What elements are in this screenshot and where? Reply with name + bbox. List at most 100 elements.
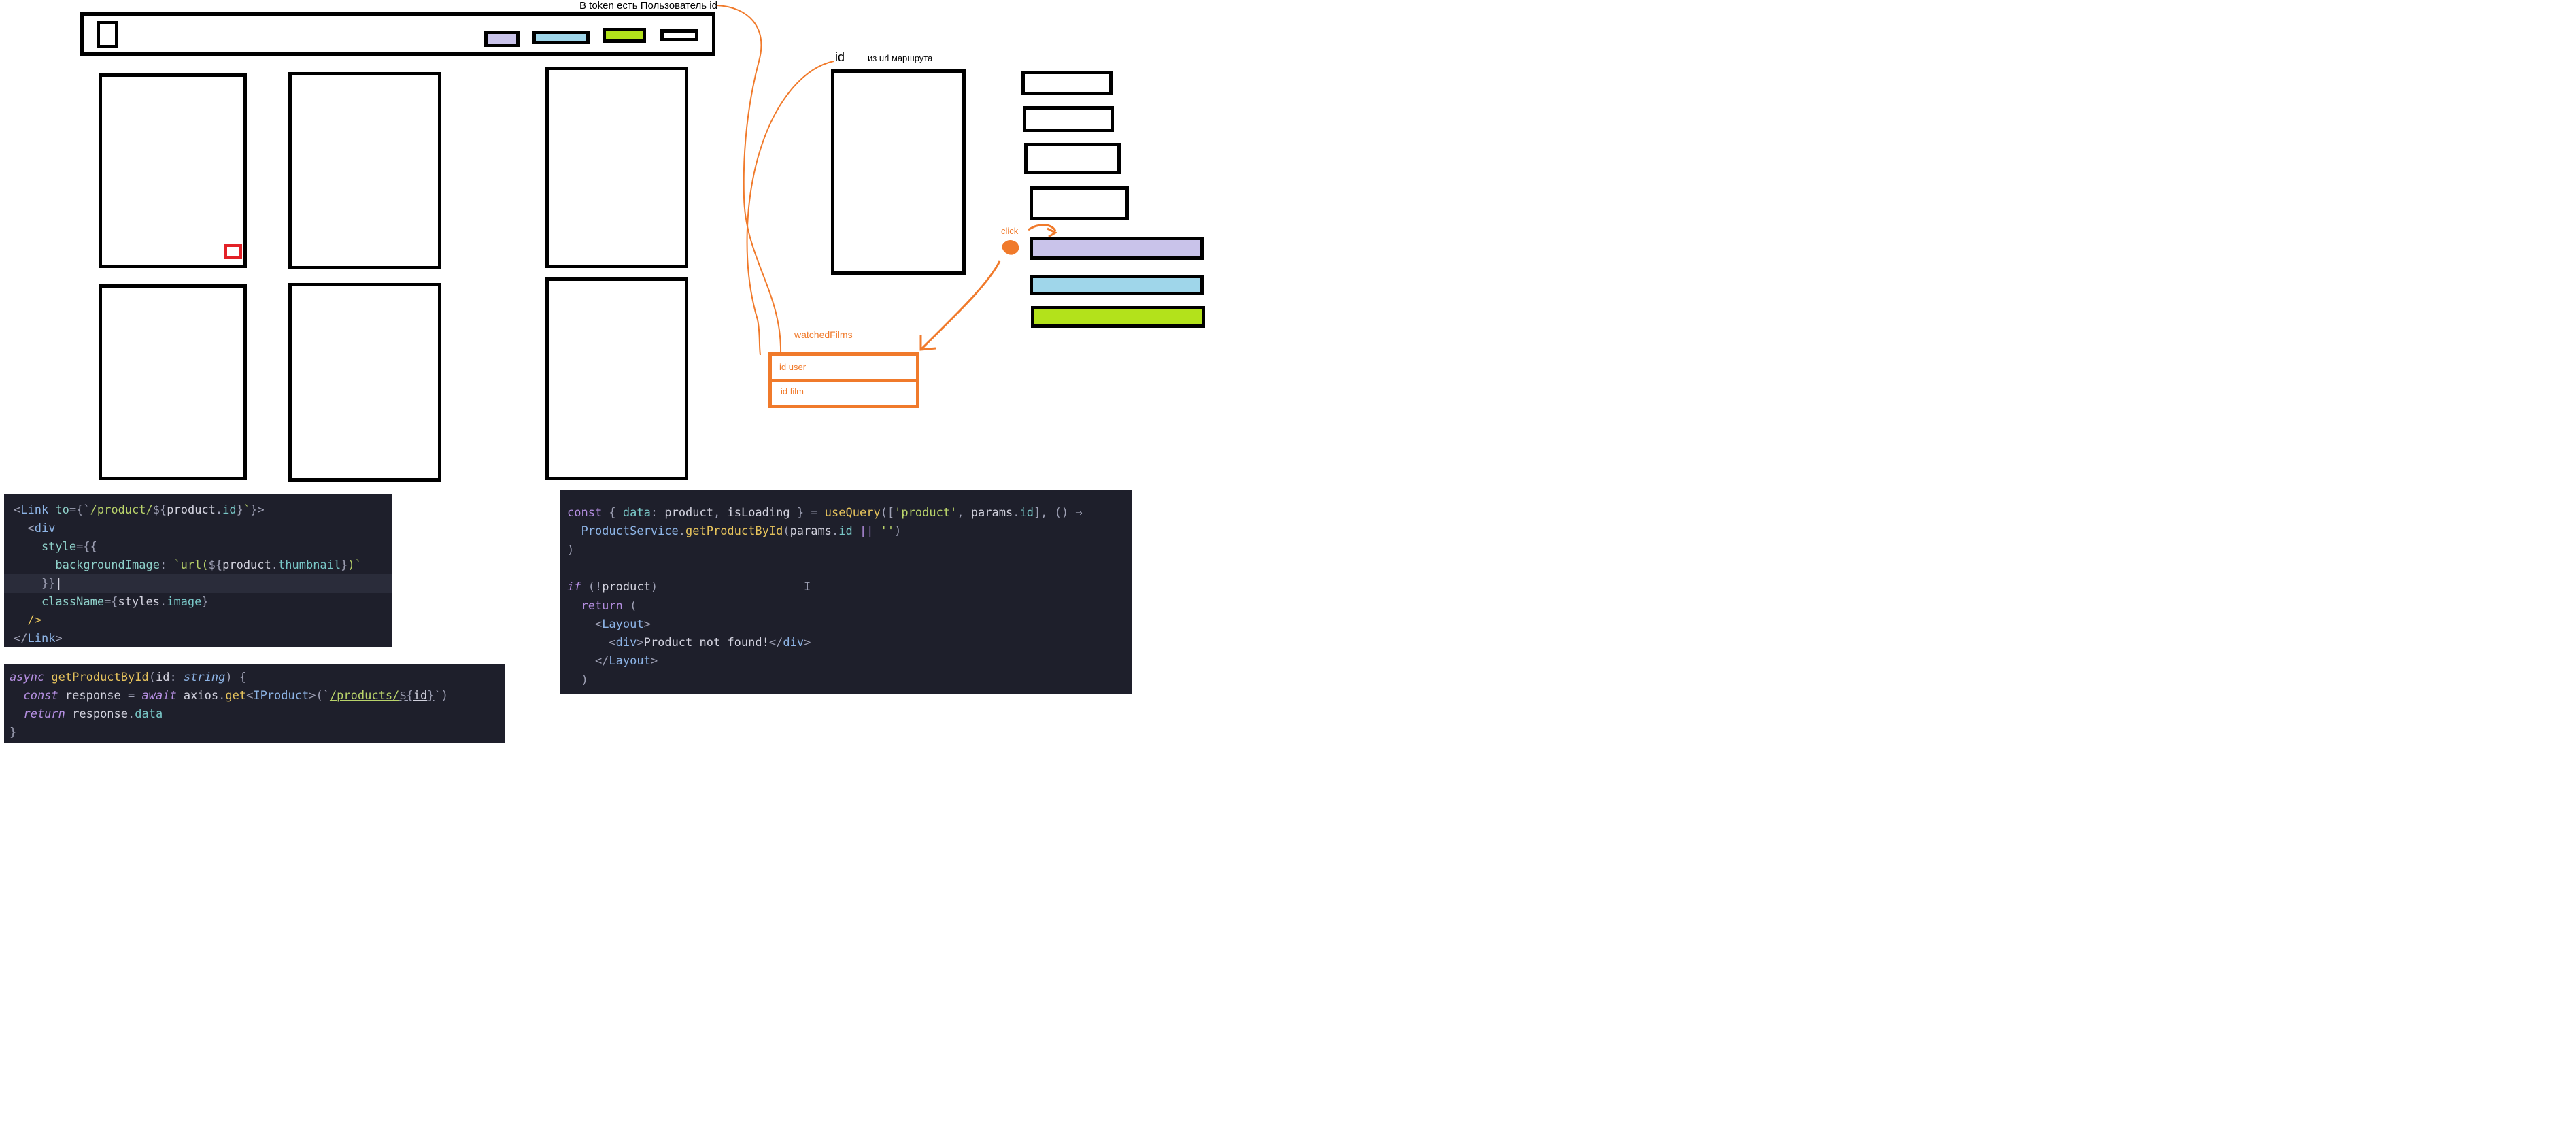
code-token: ={ [104, 595, 118, 609]
code-token: . [678, 524, 686, 539]
save-arrow [919, 260, 1001, 351]
code-token: > [55, 632, 63, 645]
code-query-snippet: const { data: product, isLoading } = use… [560, 490, 1132, 694]
code-token: get [225, 689, 247, 703]
code-token: product [664, 506, 713, 520]
code-token: . [159, 595, 167, 609]
cursor-icon [1001, 240, 1019, 255]
code-token: getProductById [685, 524, 783, 539]
code-token: Link [20, 503, 49, 517]
code-line: if (!product) I [560, 577, 1132, 596]
code-token: /products/ [329, 689, 400, 703]
code-token: < [567, 636, 616, 650]
code-token: div [783, 636, 804, 650]
code-token: ${ [208, 558, 223, 572]
code-line: <Layout> [560, 615, 1132, 634]
code-line: /> [4, 611, 392, 630]
code-token: data [135, 707, 163, 721]
code-token: id [413, 689, 428, 703]
code-token: `url( [173, 558, 209, 572]
code-token: . [1013, 506, 1020, 520]
code-token: ) [567, 673, 588, 687]
code-token: = [120, 689, 142, 703]
code-token: Product not found! [643, 636, 769, 650]
code-line: </Layout> [560, 652, 1132, 671]
code-line: <Link to={`/product/${product.id}`}> [4, 501, 392, 520]
code-token: backgroundImage [41, 558, 160, 572]
token-line [716, 5, 782, 354]
code-token: axios [183, 689, 219, 703]
code-token: params [970, 506, 1013, 520]
code-token: Link [27, 632, 56, 645]
code-token: thumbnail [278, 558, 341, 572]
code-line: return ( [560, 596, 1132, 616]
code-token: styles [118, 595, 160, 609]
code-token: ( [148, 671, 156, 684]
code-token: className [14, 595, 105, 609]
code-token: > [637, 636, 644, 650]
code-token: ={{ [76, 540, 97, 554]
code-token: }} [14, 577, 56, 590]
code-token: response [72, 707, 129, 721]
code-token: . [271, 558, 279, 572]
code-token: params [790, 524, 832, 539]
code-token: ${ [399, 689, 413, 703]
code-token: id [1019, 506, 1034, 520]
code-link-snippet: <Link to={`/product/${product.id}`}> <di… [4, 494, 392, 647]
code-line: }}| [4, 574, 392, 593]
code-token: } [236, 503, 243, 517]
code-token: ( [630, 599, 637, 613]
code-token: ], () ⇒ [1033, 506, 1083, 520]
code-token: const [567, 506, 609, 520]
code-token: ={` [69, 503, 90, 517]
code-token: `) [434, 689, 448, 703]
code-token: data [622, 506, 651, 520]
code-token: ([ [880, 506, 895, 520]
code-token: ( [783, 524, 790, 539]
code-token: < [246, 689, 254, 703]
code-token: id [155, 671, 170, 684]
code-token: useQuery [824, 506, 881, 520]
code-line: <div [4, 519, 392, 538]
code-token: : [159, 558, 174, 572]
code-line: const response = await axios.get<IProduc… [4, 686, 505, 705]
code-token: product [222, 558, 271, 572]
code-token: getProductById [51, 671, 149, 684]
code-line: return response.data [4, 705, 505, 724]
code-line: ) [560, 671, 1132, 690]
code-token: }> [250, 503, 265, 517]
url-line [746, 61, 834, 356]
code-token: IProduct [253, 689, 309, 703]
code-token: (! [588, 580, 603, 594]
code-token: product [602, 580, 651, 594]
code-token: > [804, 636, 811, 650]
code-token: | [55, 577, 63, 590]
code-token: /product/ [90, 503, 153, 517]
code-token: > [650, 654, 658, 669]
code-token: div [615, 636, 637, 650]
code-token: } [10, 726, 17, 739]
code-token: ProductService [567, 524, 679, 539]
code-line: backgroundImage: `url(${product.thumbnai… [4, 556, 392, 575]
code-token: Layout [609, 654, 651, 669]
code-token: > [643, 617, 651, 631]
code-token: async [10, 671, 52, 684]
code-token: { [609, 506, 623, 520]
code-token: ) [567, 543, 575, 557]
code-service-snippet: async getProductById(id: string) { const… [4, 664, 505, 743]
code-token: /> [14, 613, 41, 627]
code-token: || [852, 524, 881, 539]
code-token: . [215, 503, 223, 517]
code-token: </ [567, 654, 609, 669]
code-line: </Link> [4, 629, 392, 648]
code-token: I [658, 580, 811, 594]
code-token: . [831, 524, 839, 539]
code-token: < [14, 522, 35, 535]
code-token: : [650, 506, 665, 520]
code-token: 'product' [894, 506, 957, 520]
code-token: </ [768, 636, 783, 650]
code-token: ) { [225, 671, 247, 684]
code-token: await [141, 689, 184, 703]
code-token: to [48, 503, 69, 517]
